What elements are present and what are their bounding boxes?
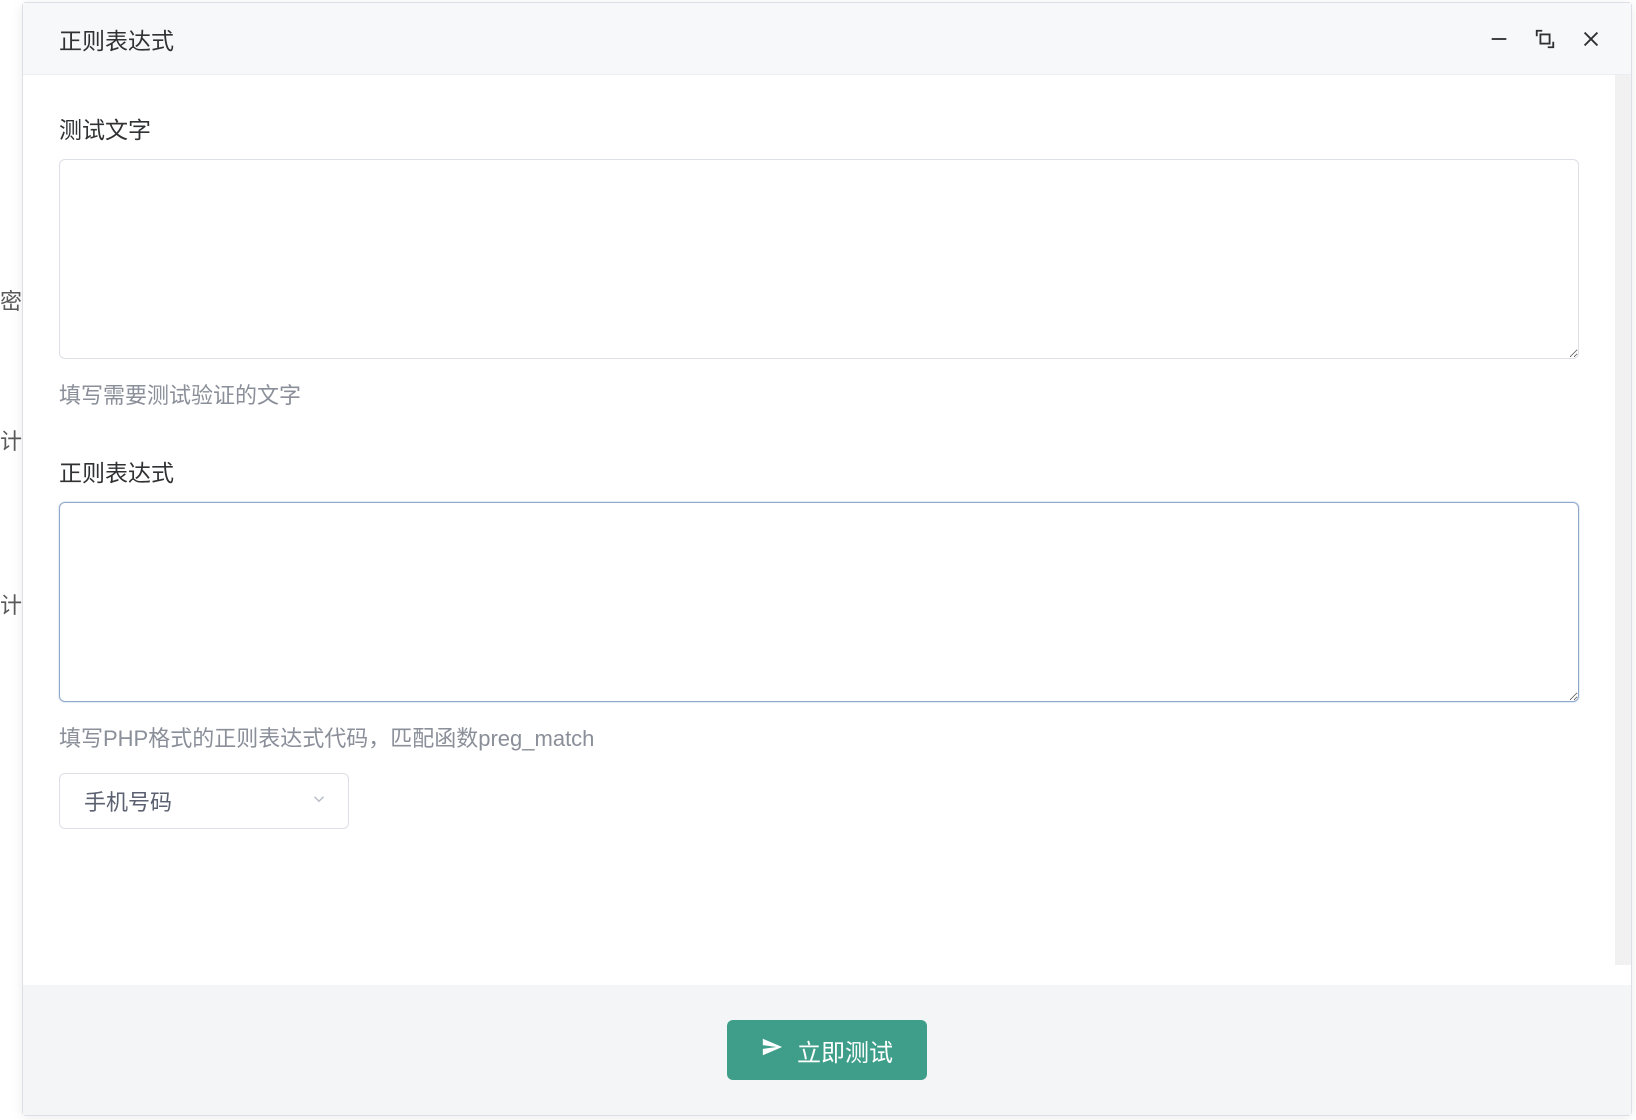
minimize-icon[interactable] bbox=[1487, 27, 1511, 51]
dialog-title: 正则表达式 bbox=[59, 22, 1487, 56]
run-test-button-label: 立即测试 bbox=[797, 1033, 893, 1068]
paper-plane-icon bbox=[761, 1036, 783, 1065]
dialog-footer: 立即测试 bbox=[23, 985, 1631, 1115]
regex-help: 填写PHP格式的正则表达式代码，匹配函数preg_match bbox=[59, 721, 1595, 753]
run-test-button[interactable]: 立即测试 bbox=[727, 1020, 927, 1080]
preset-select-value: 手机号码 bbox=[84, 785, 172, 817]
regex-dialog: 正则表达式 测试文字 填写需要测试验证的文字 正则 bbox=[22, 2, 1632, 1116]
field-regex: 正则表达式 填写PHP格式的正则表达式代码，匹配函数preg_match 手机号… bbox=[59, 454, 1595, 829]
close-icon[interactable] bbox=[1579, 27, 1603, 51]
test-text-label: 测试文字 bbox=[59, 111, 1595, 145]
dialog-header: 正则表达式 bbox=[23, 3, 1631, 75]
regex-input[interactable] bbox=[59, 502, 1579, 702]
test-text-input[interactable] bbox=[59, 159, 1579, 359]
maximize-icon[interactable] bbox=[1533, 27, 1557, 51]
field-test-text: 测试文字 填写需要测试验证的文字 bbox=[59, 111, 1595, 410]
test-text-help: 填写需要测试验证的文字 bbox=[59, 378, 1595, 410]
preset-select[interactable]: 手机号码 bbox=[59, 773, 349, 829]
regex-label: 正则表达式 bbox=[59, 454, 1595, 488]
dialog-body: 测试文字 填写需要测试验证的文字 正则表达式 填写PHP格式的正则表达式代码，匹… bbox=[23, 75, 1631, 985]
scrollbar-track[interactable] bbox=[1615, 75, 1631, 965]
chevron-down-icon bbox=[310, 788, 328, 814]
dialog-header-controls bbox=[1487, 27, 1603, 51]
